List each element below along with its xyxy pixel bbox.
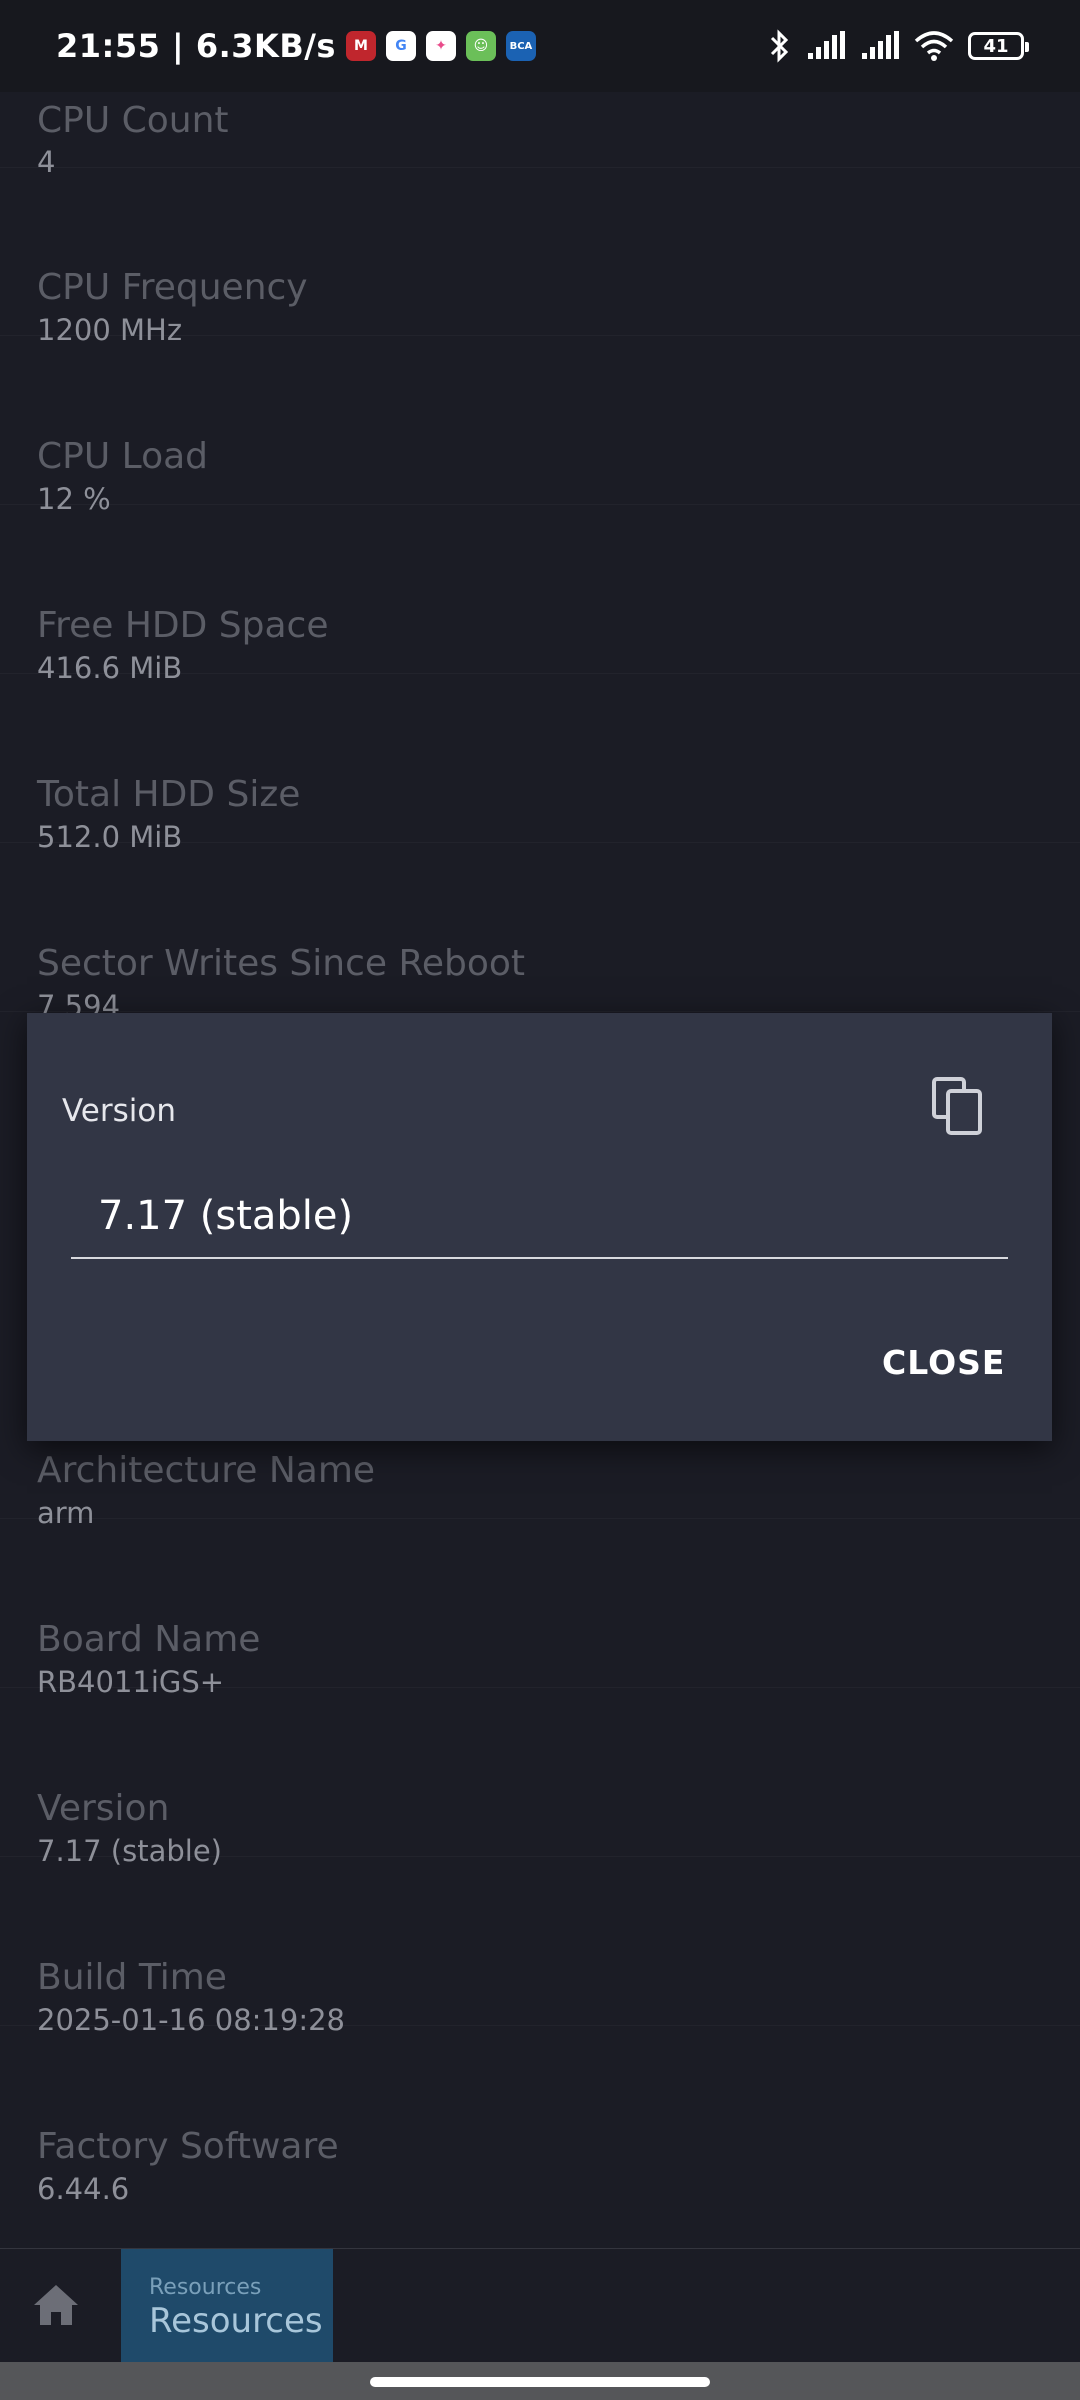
version-input[interactable]: [71, 1181, 1008, 1251]
screen: 21:55 | 6.3KB/s M G ✦ ☺ BCA 41 CPU Count…: [0, 0, 1080, 2400]
tab-resources[interactable]: Resources Resources: [121, 2249, 333, 2363]
tab-resources-label: Resources: [149, 2301, 323, 2341]
version-dialog: Version CLOSE: [27, 1013, 1052, 1441]
gesture-bar: [0, 2362, 1080, 2400]
close-button[interactable]: CLOSE: [882, 1343, 1005, 1382]
dialog-title: Version: [62, 1093, 176, 1129]
version-field[interactable]: [71, 1173, 1008, 1259]
tab-resources-caption: Resources: [149, 2275, 262, 2300]
home-indicator[interactable]: [370, 2377, 710, 2387]
home-icon[interactable]: [28, 2277, 84, 2333]
bottom-nav: Resources Resources: [0, 2248, 1080, 2363]
copy-icon[interactable]: [930, 1075, 986, 1137]
